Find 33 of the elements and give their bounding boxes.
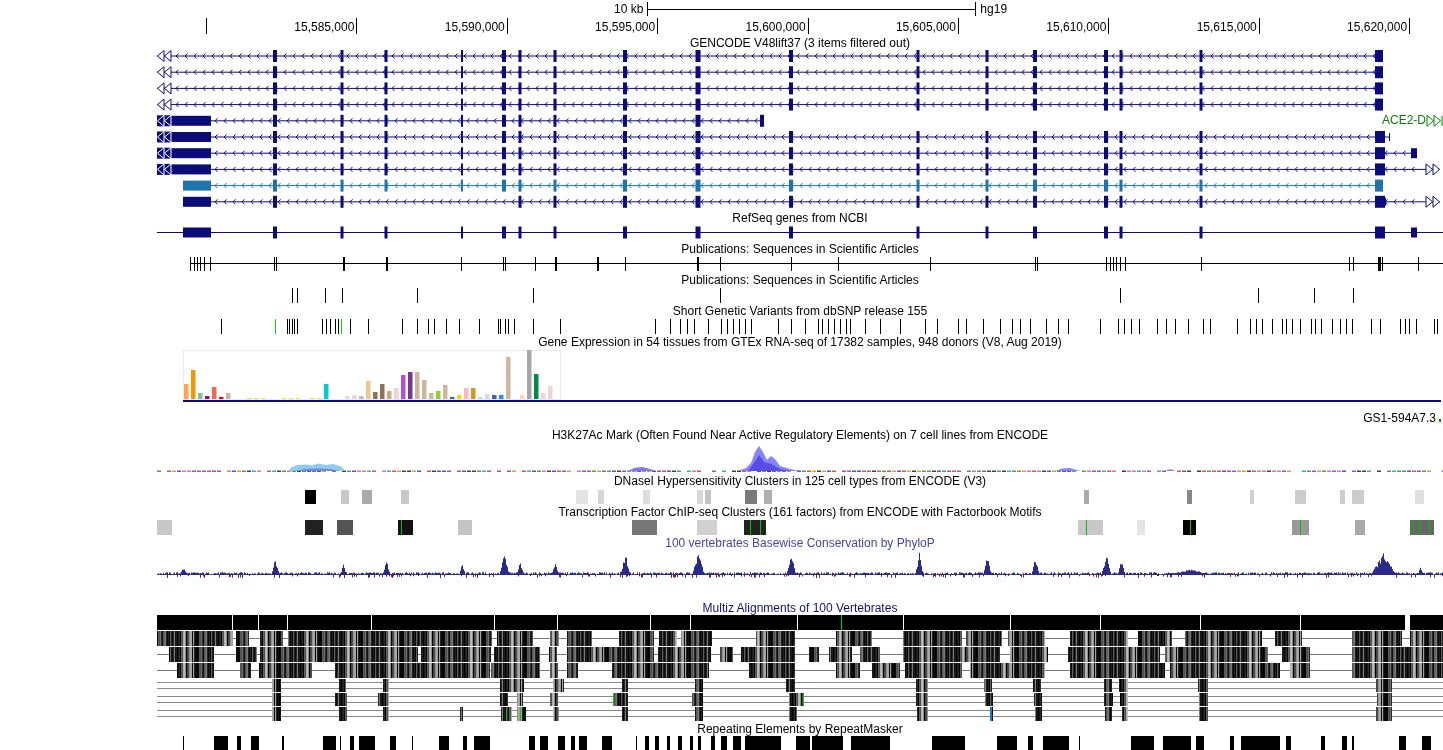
track-title: 100 vertebrates Basewise Conservation by PhyloP: [665, 536, 935, 550]
track-title: Repeating Elements by RepeatMasker: [697, 722, 903, 736]
tick-mark: [807, 18, 809, 34]
track-title: Publications: Sequences in Scientific Articles: [681, 242, 919, 256]
tick-mark: [1409, 18, 1411, 34]
gene-label: ACE2-D: [1382, 114, 1426, 127]
track-title: Publications: Sequences in Scientific Articles: [681, 273, 919, 287]
tick-mark: [957, 18, 959, 34]
position-label: 15,590,000: [444, 20, 505, 34]
position-label: 15,600,000: [745, 20, 806, 34]
position-label: 15,585,000: [294, 20, 355, 34]
tick-mark: [657, 18, 659, 34]
position-label: 15,610,000: [1046, 20, 1107, 34]
gene-label: GS1-594A7.3: [1363, 411, 1436, 425]
track-title: Short Genetic Variants from dbSNP release 155: [672, 304, 928, 318]
track-title: Multiz Alignments of 100 Vertebrates: [702, 601, 898, 615]
track-title: DNaseI Hypersensitivity Clusters in 125 cell types from ENCODE (V3): [613, 475, 987, 488]
position-label: 15,595,000: [595, 20, 656, 34]
position-label: 15,615,000: [1196, 20, 1257, 34]
tick-mark: [206, 18, 207, 34]
scale-label: 10 kb: [614, 2, 644, 16]
track-title: GENCODE V48lift37 (3 items filtered out): [689, 36, 911, 50]
track-title: RefSeq genes from NCBI: [732, 211, 868, 225]
tick-mark: [506, 18, 508, 34]
assembly-label: hg19: [980, 2, 1008, 16]
tick-mark: [1258, 18, 1260, 34]
tick-mark: [356, 18, 358, 34]
track-title: Gene Expression in 54 tissues from GTEx RNA-seq of 17382 samples, 948 donors (V8, Aug 2019): [538, 335, 1062, 349]
track-title: H3K27Ac Mark (Often Found Near Active Regulatory Elements) on 7 cell lines from ENCODE: [551, 428, 1049, 442]
tick-mark: [1108, 18, 1110, 34]
track-title: Transcription Factor ChIP-seq Clusters (161 factors) from ENCODE with Factorbook Motifs: [558, 505, 1042, 519]
position-label: 15,620,000: [1347, 20, 1408, 34]
position-label: 15,605,000: [895, 20, 956, 34]
